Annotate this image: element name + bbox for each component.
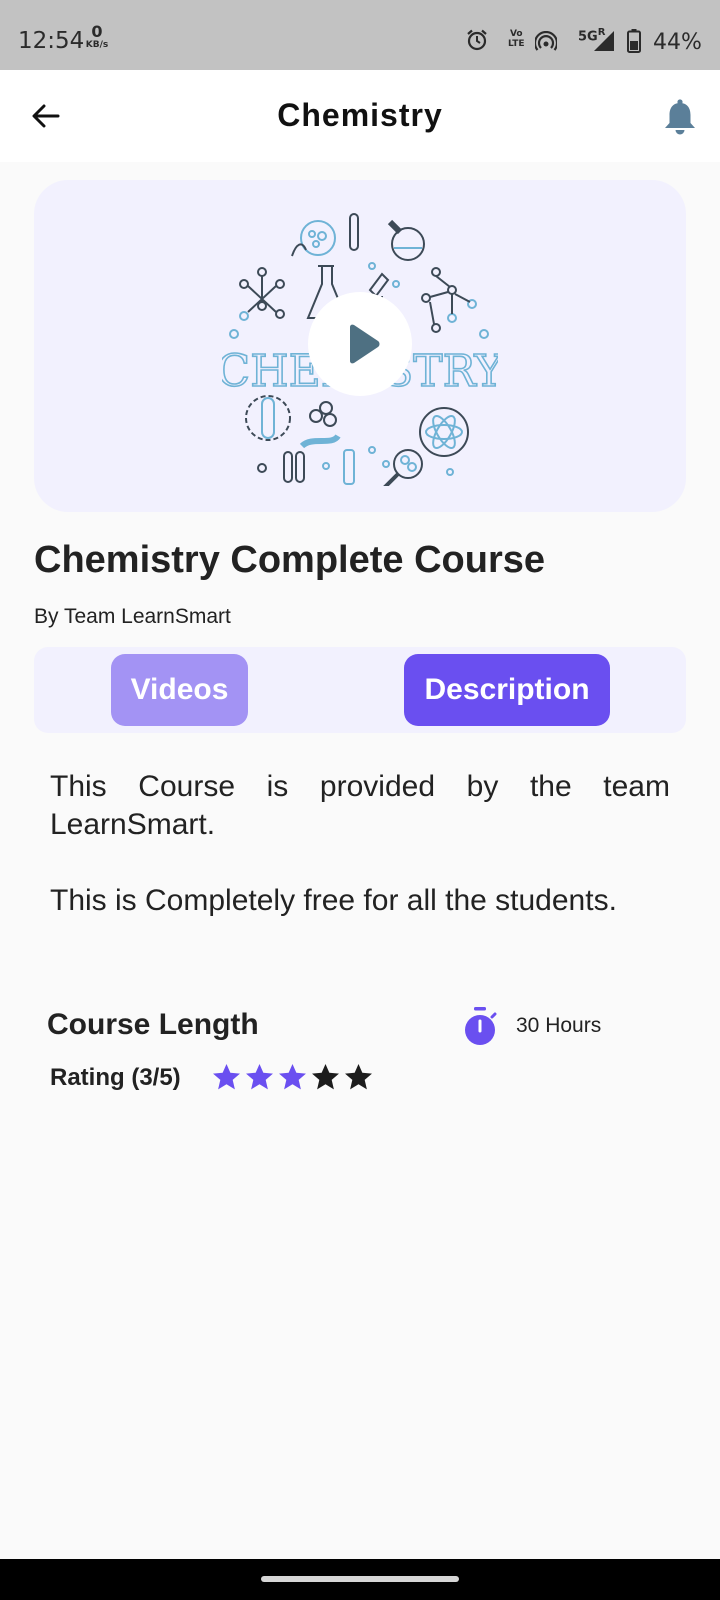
- star-empty-icon: [312, 1063, 339, 1090]
- notifications-button[interactable]: [662, 98, 698, 136]
- battery-icon: [627, 29, 641, 53]
- star-filled-icon: [246, 1063, 273, 1090]
- rating-label: Rating (3/5): [50, 1064, 181, 1091]
- net-speed-value: 0: [91, 22, 103, 41]
- play-button[interactable]: [308, 292, 412, 396]
- alarm-icon: [467, 29, 487, 51]
- volte-line-1: Vo: [509, 29, 523, 39]
- volte-icon: Vo LTE: [508, 29, 525, 49]
- play-icon: [350, 324, 380, 364]
- course-length-label: Course Length: [47, 1008, 259, 1041]
- net-speed-unit: KB/s: [85, 40, 109, 50]
- tab-bar: Videos Description: [34, 647, 686, 733]
- video-player[interactable]: CHEMISTRY: [34, 180, 686, 512]
- status-time: 12:54: [18, 28, 85, 54]
- star-filled-icon: [213, 1063, 240, 1090]
- rating-stars: [210, 1060, 375, 1094]
- bell-icon: [665, 99, 695, 135]
- system-nav-bar: [0, 1559, 720, 1600]
- description-paragraph-2: This is Completely free for all the stud…: [50, 884, 617, 917]
- course-length-value: 30 Hours: [516, 1014, 602, 1037]
- volte-line-2: LTE: [508, 39, 525, 49]
- home-gesture-handle[interactable]: [261, 1576, 459, 1582]
- course-author: By Team LearnSmart: [34, 605, 231, 628]
- tab-description[interactable]: Description: [404, 654, 610, 726]
- description-paragraph-1: This Course is provided by the team Lear…: [50, 770, 670, 841]
- page-title: Chemistry: [277, 97, 443, 133]
- timer-icon: [465, 1007, 497, 1045]
- course-title: Chemistry Complete Course: [34, 539, 546, 581]
- status-bar: 12:54 0 KB/s Vo LTE 5GR 44%: [0, 0, 720, 70]
- star-empty-icon: [345, 1063, 372, 1090]
- signal-icon: [594, 31, 614, 51]
- tab-videos[interactable]: Videos: [111, 654, 248, 726]
- net-speed: 0 KB/s: [82, 24, 112, 50]
- hotspot-icon: [535, 31, 557, 51]
- battery-level: 44%: [653, 30, 702, 55]
- app-bar: Chemistry: [0, 70, 720, 162]
- star-filled-icon: [279, 1063, 306, 1090]
